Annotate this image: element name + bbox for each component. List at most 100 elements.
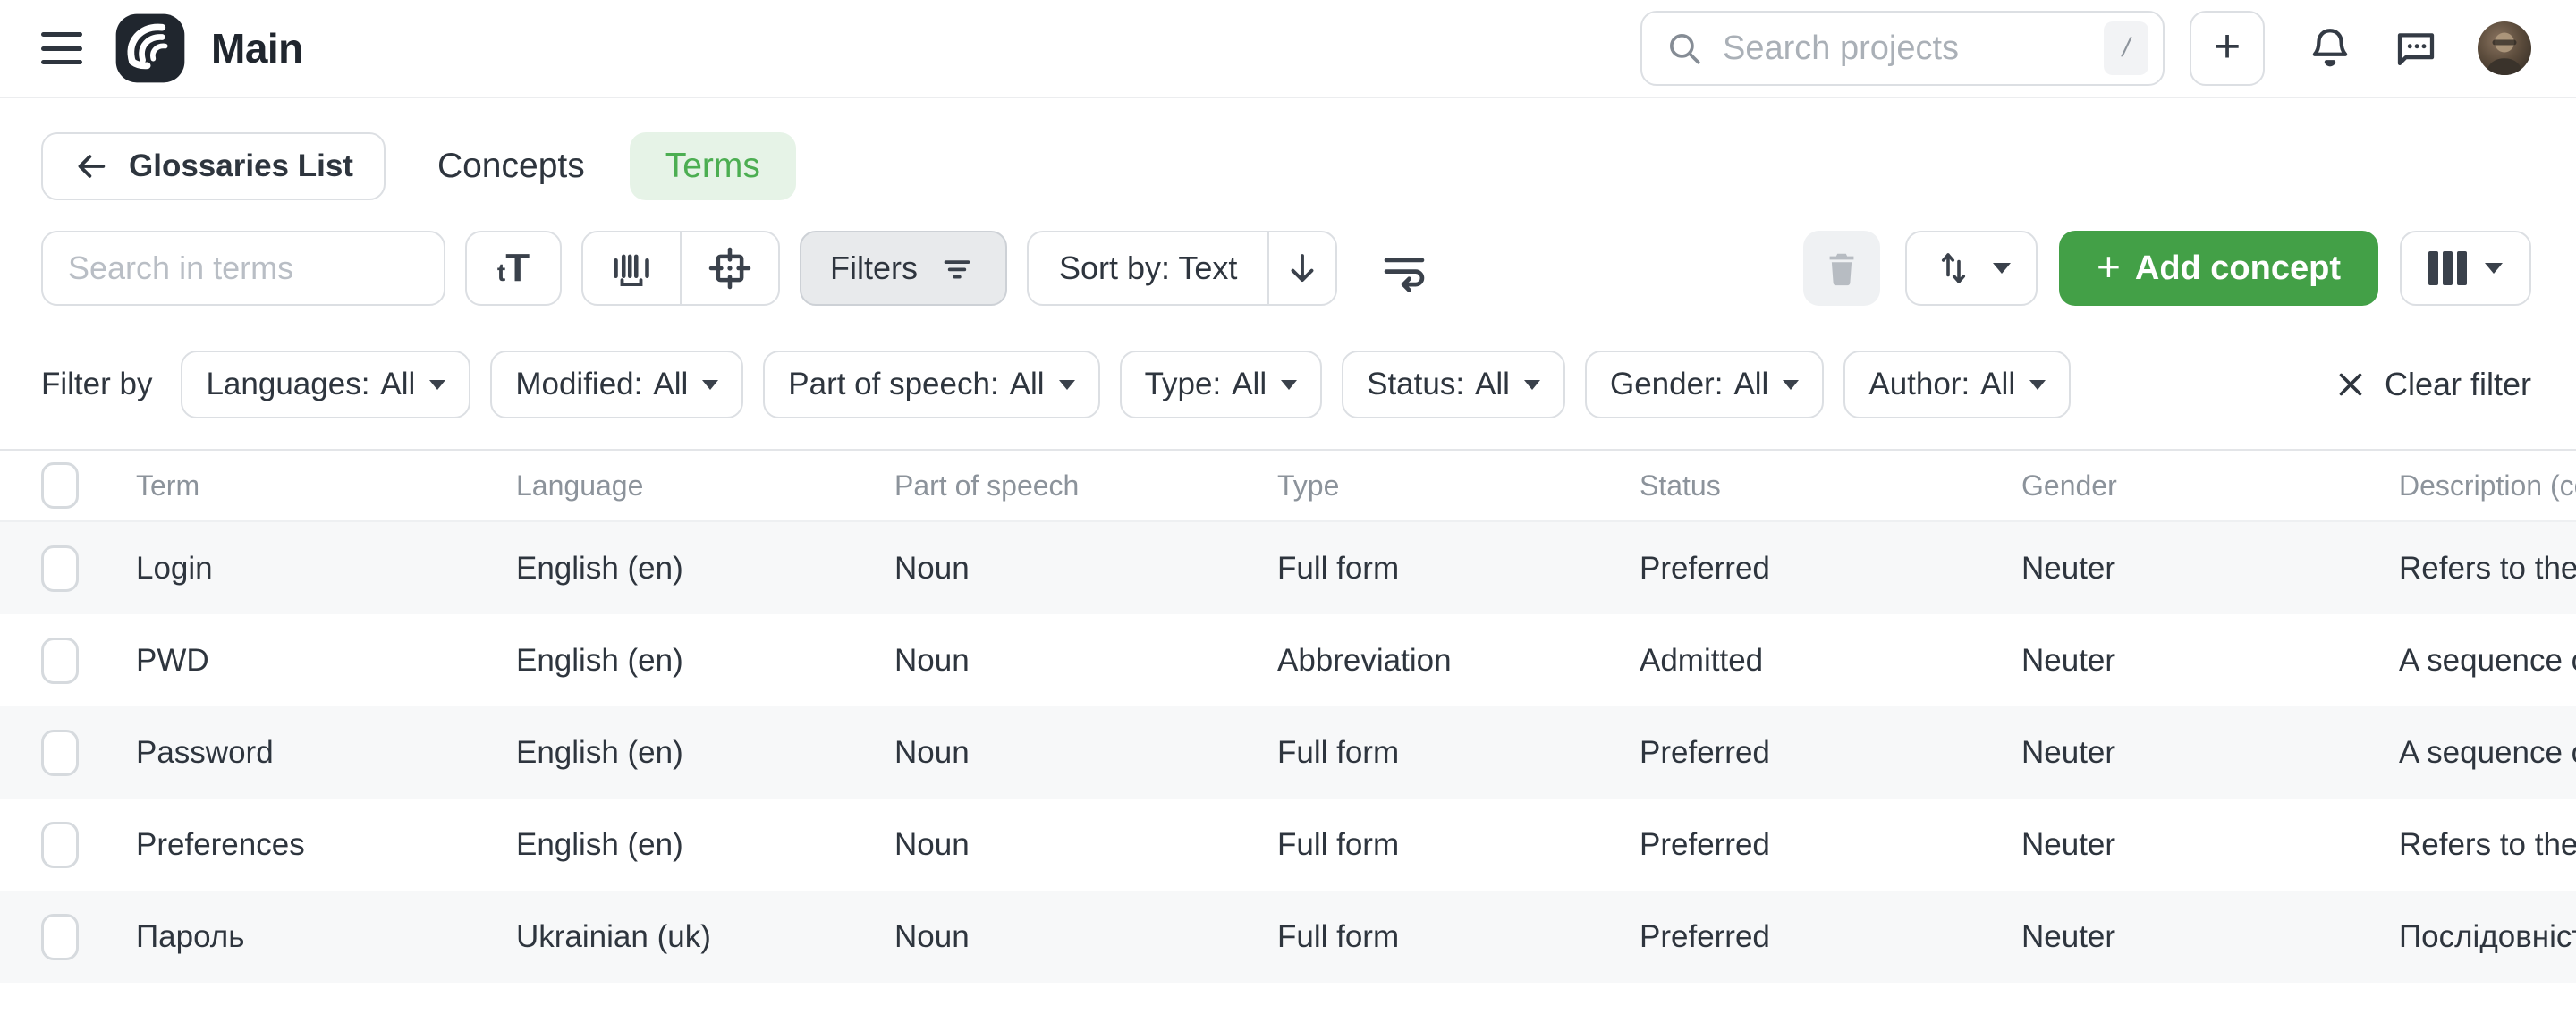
filter-chip[interactable]: Author: All: [1843, 351, 2071, 418]
wrap-lines-icon: [1378, 242, 1430, 294]
description-cell: Refers to the credentials: [2399, 551, 2576, 587]
select-all-checkbox[interactable]: [41, 462, 79, 509]
filter-chip-value: All: [1010, 367, 1045, 402]
filter-chip-value: All: [1475, 367, 1510, 402]
chevron-down-icon: [2485, 263, 2503, 274]
status-cell: Preferred: [1640, 827, 2021, 863]
messages-button[interactable]: [2392, 24, 2440, 72]
sort-direction-button[interactable]: [1267, 232, 1335, 304]
project-search[interactable]: /: [1640, 11, 2165, 86]
arrow-left-icon: [73, 148, 109, 184]
columns-settings-button[interactable]: [2400, 231, 2531, 306]
pos-cell: Noun: [894, 919, 1277, 955]
table-row[interactable]: Пароль Ukrainian (uk) Noun Full form Pre…: [0, 891, 2576, 983]
filters-button[interactable]: Filters: [800, 231, 1007, 306]
gender-cell: Neuter: [2021, 827, 2399, 863]
delete-terms-button[interactable]: [1803, 231, 1880, 306]
tab-terms[interactable]: Terms: [630, 132, 796, 200]
filter-lines-icon: [937, 249, 977, 288]
search-projects-input[interactable]: [1721, 29, 2104, 69]
back-to-glossaries-button[interactable]: Glossaries List: [41, 132, 386, 200]
trash-icon: [1821, 248, 1862, 289]
filter-chip-name: Author:: [1868, 367, 1970, 402]
hamburger-menu-icon[interactable]: [41, 32, 82, 64]
type-cell: Full form: [1277, 551, 1640, 587]
wrap-lines-button[interactable]: [1378, 242, 1430, 294]
filter-chip[interactable]: Gender: All: [1585, 351, 1824, 418]
filter-chip[interactable]: Type: All: [1120, 351, 1323, 418]
type-cell: Full form: [1277, 735, 1640, 771]
pos-cell: Noun: [894, 643, 1277, 679]
row-checkbox[interactable]: [41, 545, 79, 592]
filter-chip-name: Part of speech:: [788, 367, 998, 402]
table-row[interactable]: Login English (en) Noun Full form Prefer…: [0, 522, 2576, 614]
create-project-button[interactable]: +: [2190, 11, 2265, 86]
terms-table: Term Language Part of speech Type Status…: [0, 449, 2576, 983]
filter-chips: Languages: All Modified: All Part of spe…: [161, 351, 2071, 418]
term-cell: Login: [136, 551, 516, 587]
search-options-group: [581, 231, 780, 306]
filter-chip-name: Type:: [1145, 367, 1222, 402]
status-cell: Preferred: [1640, 551, 2021, 587]
notifications-button[interactable]: [2306, 24, 2354, 72]
clear-filter-button[interactable]: Clear filter: [2334, 366, 2531, 403]
chevron-down-icon: [1059, 380, 1075, 390]
pos-cell: Noun: [894, 827, 1277, 863]
chevron-down-icon: [2029, 380, 2046, 390]
row-checkbox[interactable]: [41, 638, 79, 684]
add-concept-label: Add concept: [2135, 249, 2341, 288]
add-concept-button[interactable]: + Add concept: [2059, 231, 2378, 306]
pos-cell: Noun: [894, 551, 1277, 587]
type-cell: Full form: [1277, 827, 1640, 863]
reorder-button[interactable]: [1905, 231, 2038, 306]
term-cell: PWD: [136, 643, 516, 679]
type-cell: Abbreviation: [1277, 643, 1640, 679]
column-header-pos: Part of speech: [894, 469, 1277, 503]
filter-chip[interactable]: Modified: All: [490, 351, 743, 418]
search-in-terms-input[interactable]: [41, 231, 445, 306]
table-row[interactable]: Password English (en) Noun Full form Pre…: [0, 706, 2576, 799]
row-checkbox[interactable]: [41, 730, 79, 776]
row-checkbox[interactable]: [41, 822, 79, 868]
sort-by-button[interactable]: Sort by: Text: [1027, 231, 1337, 306]
description-cell: A sequence of characters: [2399, 735, 2576, 771]
glossary-terms-page: Main / +: [0, 0, 2576, 1014]
status-cell: Admitted: [1640, 643, 2021, 679]
table-header-row: Term Language Part of speech Type Status…: [0, 451, 2576, 522]
column-header-language: Language: [516, 469, 894, 503]
table-body: Login English (en) Noun Full form Prefer…: [0, 522, 2576, 983]
description-cell: Refers to the settings: [2399, 827, 2576, 863]
status-cell: Preferred: [1640, 919, 2021, 955]
filter-chip-value: All: [1980, 367, 2015, 402]
language-cell: English (en): [516, 643, 894, 679]
user-avatar[interactable]: [2478, 21, 2531, 75]
column-header-term: Term: [136, 469, 516, 503]
row-checkbox[interactable]: [41, 914, 79, 960]
crowdin-logo[interactable]: [114, 13, 186, 84]
filter-chip[interactable]: Status: All: [1342, 351, 1565, 418]
gender-cell: Neuter: [2021, 643, 2399, 679]
chevron-down-icon: [1783, 380, 1799, 390]
filter-chip-value: All: [380, 367, 415, 402]
gender-cell: Neuter: [2021, 919, 2399, 955]
tab-concepts[interactable]: Concepts: [437, 147, 585, 186]
table-row[interactable]: Preferences English (en) Noun Full form …: [0, 799, 2576, 891]
filter-chip-value: All: [653, 367, 688, 402]
match-case-icon: tT: [497, 249, 530, 288]
language-cell: Ukrainian (uk): [516, 919, 894, 955]
whole-word-button[interactable]: [583, 232, 680, 304]
chevron-down-icon: [1281, 380, 1297, 390]
filter-chip[interactable]: Part of speech: All: [763, 351, 1099, 418]
description-cell: Послідовність символів: [2399, 919, 2576, 955]
clear-filter-label: Clear filter: [2385, 366, 2531, 403]
terms-toolbar: tT: [41, 231, 2531, 306]
filter-by-label: Filter by: [41, 367, 152, 402]
exact-match-button[interactable]: [682, 232, 778, 304]
gender-cell: Neuter: [2021, 551, 2399, 587]
sort-by-label: Sort by: Text: [1029, 232, 1267, 304]
match-case-button[interactable]: tT: [465, 231, 562, 306]
language-cell: English (en): [516, 827, 894, 863]
table-row[interactable]: PWD English (en) Noun Abbreviation Admit…: [0, 614, 2576, 706]
search-icon: [1665, 30, 1703, 67]
filter-chip[interactable]: Languages: All: [181, 351, 470, 418]
